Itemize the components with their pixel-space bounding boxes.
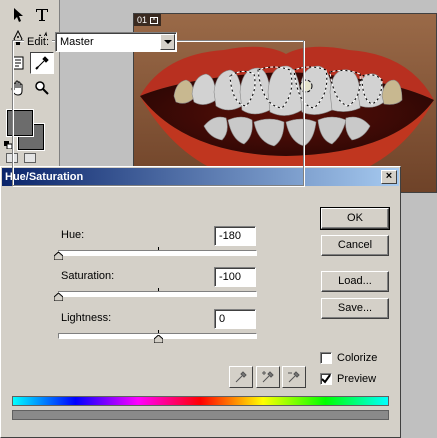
hue-center-tick [158, 247, 159, 250]
save-button[interactable]: Save... [321, 298, 389, 319]
colorize-checkbox[interactable] [320, 352, 332, 364]
preview-checkbox[interactable] [320, 373, 332, 385]
default-colors-icon[interactable] [4, 140, 13, 150]
close-document-icon[interactable]: × [150, 16, 159, 24]
move-tool-icon[interactable] [6, 4, 30, 26]
document-tab[interactable]: 01 × [134, 14, 162, 26]
hue-input[interactable]: -180 [214, 226, 256, 246]
hue-slider-track[interactable] [58, 250, 257, 256]
preview-label: Preview [337, 373, 377, 385]
ok-button[interactable]: OK [320, 207, 390, 230]
saturation-center-tick [158, 288, 159, 291]
chevron-down-icon[interactable] [160, 34, 175, 50]
edit-group-box [12, 40, 304, 186]
input-color-spectrum-bar [12, 396, 389, 406]
close-icon[interactable]: × [381, 170, 397, 184]
edit-channel-select[interactable]: Master [55, 32, 177, 52]
hue-slider-thumb[interactable] [54, 252, 63, 260]
document-tab-label: 01 [137, 15, 148, 25]
add-to-sample-eyedropper-icon[interactable] [256, 366, 280, 388]
edit-label: Edit: [24, 36, 53, 48]
subtract-from-sample-eyedropper-icon[interactable] [282, 366, 306, 388]
colorize-label: Colorize [337, 352, 378, 364]
load-button[interactable]: Load... [321, 271, 389, 292]
eyedropper-icon[interactable] [229, 366, 253, 388]
saturation-slider-track[interactable] [58, 291, 257, 297]
lightness-slider-thumb[interactable] [154, 335, 163, 343]
checkmark-icon [321, 374, 331, 384]
type-tool-icon[interactable] [30, 4, 54, 26]
edit-channel-value: Master [60, 36, 94, 48]
output-color-spectrum-bar [12, 410, 389, 420]
hue-label: Hue: [61, 229, 85, 241]
saturation-label: Saturation: [61, 270, 115, 282]
cancel-button[interactable]: Cancel [321, 235, 389, 256]
lightness-label: Lightness: [61, 312, 112, 324]
saturation-slider-thumb[interactable] [54, 293, 63, 301]
lightness-input[interactable]: 0 [214, 309, 256, 329]
lightness-center-tick [158, 330, 159, 333]
saturation-input[interactable]: -100 [214, 267, 256, 287]
